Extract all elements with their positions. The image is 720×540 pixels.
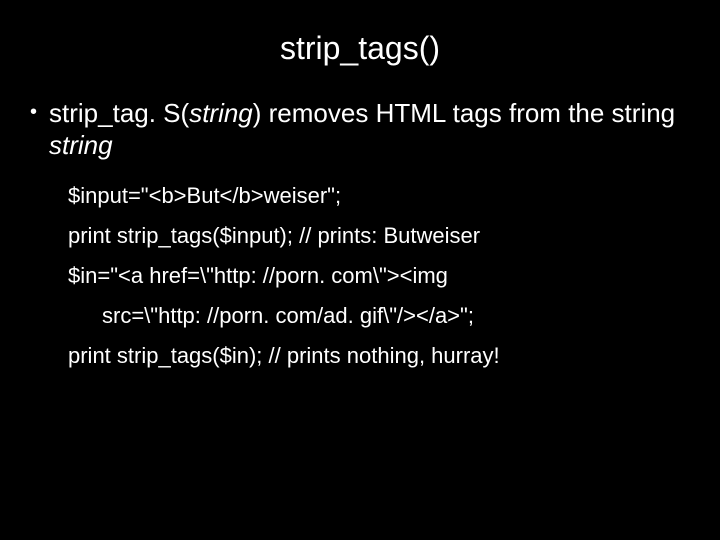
code-block: $input="<b>But</b>weiser"; print strip_t… bbox=[68, 179, 680, 373]
code-line-3: $in="<a href=\"http: //porn. com\"><img bbox=[68, 259, 680, 293]
slide-title: strip_tags() bbox=[40, 30, 680, 67]
bullet-marker: • bbox=[30, 97, 37, 127]
code-line-2: print strip_tags($input); // prints: But… bbox=[68, 219, 680, 253]
code-line-4: print strip_tags($in); // prints nothing… bbox=[68, 339, 680, 373]
bullet-text-part4: string bbox=[49, 130, 113, 160]
bullet-text-part3: ) removes HTML tags from the string bbox=[253, 98, 675, 128]
code-line-1: $input="<b>But</b>weiser"; bbox=[68, 179, 680, 213]
slide: strip_tags() • strip_tag. S(string) remo… bbox=[0, 0, 720, 540]
bullet-text: strip_tag. S(string) removes HTML tags f… bbox=[49, 97, 680, 161]
bullet-item: • strip_tag. S(string) removes HTML tags… bbox=[40, 97, 680, 161]
bullet-text-part2: string bbox=[189, 98, 253, 128]
bullet-text-part1: strip_tag. S( bbox=[49, 98, 189, 128]
code-line-3b: src=\"http: //porn. com/ad. gif\"/></a>"… bbox=[68, 299, 680, 333]
